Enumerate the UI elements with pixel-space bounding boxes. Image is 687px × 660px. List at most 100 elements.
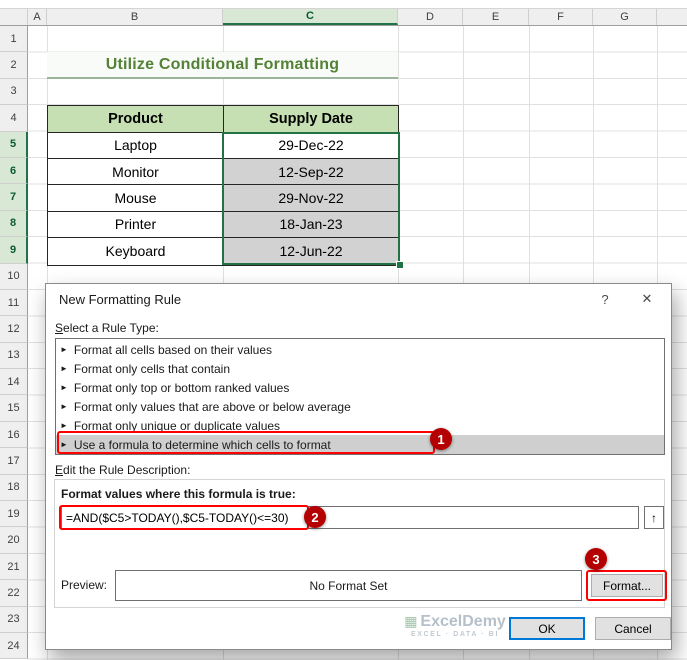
row-header-17[interactable]: 17 xyxy=(0,448,28,475)
cancel-button[interactable]: Cancel xyxy=(595,617,671,640)
rule-arrow-icon: ► xyxy=(60,383,68,392)
rule-option-text: Format only unique or duplicate values xyxy=(73,418,281,433)
rule-option-4[interactable]: ► Format only values that are above or b… xyxy=(56,397,664,416)
row-header-10[interactable]: 10 xyxy=(0,263,28,290)
exceldemy-logo-icon: ▦ xyxy=(404,613,418,629)
table-row: Mouse 29-Nov-22 xyxy=(48,185,398,212)
watermark-name: ExcelDemy xyxy=(420,613,506,630)
column-header-E[interactable]: E xyxy=(463,9,529,25)
rule-option-1[interactable]: ► Format all cells based on their values xyxy=(56,340,664,359)
table-row: Printer 18-Jan-23 xyxy=(48,211,398,239)
product-table: Product Supply Date Laptop 29-Dec-22 Mon… xyxy=(47,105,399,266)
annotation-step-1: 1 xyxy=(430,428,452,450)
formula-label: Format values where this formula is true… xyxy=(61,487,296,501)
cell-supply-date[interactable]: 29-Nov-22 xyxy=(224,185,398,211)
row-header-1[interactable]: 1 xyxy=(0,26,28,53)
column-header-D[interactable]: D xyxy=(398,9,463,25)
row-header-11[interactable]: 11 xyxy=(0,289,28,317)
format-preview-box: No Format Set xyxy=(115,570,582,601)
formula-input[interactable] xyxy=(61,506,639,529)
sheet-title: Utilize Conditional Formatting xyxy=(105,55,340,73)
close-icon[interactable]: ✕ xyxy=(637,289,657,309)
cell-product[interactable]: Printer xyxy=(48,211,224,238)
cell-product[interactable]: Mouse xyxy=(48,185,224,211)
row-header-6[interactable]: 6 xyxy=(0,157,28,185)
row-header-24[interactable]: 24 xyxy=(0,632,28,660)
collapse-dialog-button[interactable]: ↑ xyxy=(644,506,664,529)
row-header-20[interactable]: 20 xyxy=(0,527,28,554)
rule-arrow-icon: ► xyxy=(60,421,68,430)
column-header-A[interactable]: A xyxy=(28,9,47,25)
cell-supply-date[interactable]: 29-Dec-22 xyxy=(224,132,398,158)
format-button-label: Format... xyxy=(602,578,651,593)
rule-description-group: Format values where this formula is true… xyxy=(54,479,667,608)
header-supply-date[interactable]: Supply Date xyxy=(224,106,398,132)
column-header-F[interactable]: F xyxy=(529,9,593,25)
rule-option-text: Format only values that are above or bel… xyxy=(73,399,351,414)
rule-arrow-icon: ► xyxy=(60,402,68,411)
format-button[interactable]: Format... xyxy=(591,574,663,597)
row-header-16[interactable]: 16 xyxy=(0,421,28,449)
rule-option-6-selected[interactable]: ► Use a formula to determine which cells… xyxy=(56,435,664,454)
cell-product[interactable]: Monitor xyxy=(48,158,224,185)
row-header-2[interactable]: 2 xyxy=(0,52,28,79)
column-header-partial[interactable] xyxy=(657,9,687,25)
help-button[interactable]: ? xyxy=(595,289,615,309)
select-all-button[interactable] xyxy=(0,9,28,25)
row-header-12[interactable]: 12 xyxy=(0,316,28,343)
annotation-step-3: 3 xyxy=(585,548,607,570)
column-header-B[interactable]: B xyxy=(47,9,223,25)
rule-option-5[interactable]: ► Format only unique or duplicate values xyxy=(56,416,664,435)
row-header-9[interactable]: 9 xyxy=(0,237,28,264)
row-header-4[interactable]: 4 xyxy=(0,105,28,132)
cell-product[interactable]: Keyboard xyxy=(48,238,224,265)
table-header-row: Product Supply Date xyxy=(48,106,398,133)
annotation-step-2: 2 xyxy=(304,506,326,528)
dialog-titlebar[interactable]: New Formatting Rule ? ✕ xyxy=(46,284,671,314)
new-formatting-rule-dialog: New Formatting Rule ? ✕ Select a Rule Ty… xyxy=(45,283,672,650)
column-headers: A B C D E F G xyxy=(0,8,687,26)
rule-option-2[interactable]: ► Format only cells that contain xyxy=(56,359,664,378)
dialog-title: New Formatting Rule xyxy=(59,292,182,307)
header-product[interactable]: Product xyxy=(48,106,224,132)
excel-window: A B C D E F G 1 2 3 4 5 6 7 8 9 10 11 12… xyxy=(0,0,687,660)
up-arrow-icon: ↑ xyxy=(651,510,657,525)
cell-product[interactable]: Laptop xyxy=(48,132,224,158)
row-header-18[interactable]: 18 xyxy=(0,474,28,502)
row-header-21[interactable]: 21 xyxy=(0,553,28,581)
cell-supply-date[interactable]: 18-Jan-23 xyxy=(224,211,398,238)
row-header-7[interactable]: 7 xyxy=(0,184,28,211)
table-row: Keyboard 12-Jun-22 xyxy=(48,238,398,265)
rule-type-list: ► Format all cells based on their values… xyxy=(55,338,665,455)
table-row: Laptop 29-Dec-22 xyxy=(48,132,398,159)
sheet-title-cell[interactable]: Utilize Conditional Formatting xyxy=(47,52,398,79)
rule-option-text: Format only top or bottom ranked values xyxy=(73,380,290,395)
rule-option-text: Use a formula to determine which cells t… xyxy=(73,437,331,452)
row-header-5[interactable]: 5 xyxy=(0,131,28,158)
exceldemy-watermark: ▦ ExcelDemy EXCEL · DATA · BI xyxy=(390,612,520,640)
rule-option-3[interactable]: ► Format only top or bottom ranked value… xyxy=(56,378,664,397)
rule-option-text: Format all cells based on their values xyxy=(73,342,273,357)
cell-supply-date[interactable]: 12-Jun-22 xyxy=(224,238,398,265)
row-header-22[interactable]: 22 xyxy=(0,580,28,607)
fill-handle[interactable] xyxy=(396,261,404,269)
row-header-19[interactable]: 19 xyxy=(0,501,28,528)
cell-supply-date[interactable]: 12-Sep-22 xyxy=(224,158,398,185)
rule-option-text: Format only cells that contain xyxy=(73,361,230,376)
row-header-15[interactable]: 15 xyxy=(0,395,28,422)
rule-arrow-icon: ► xyxy=(60,364,68,373)
rule-type-label: Select a Rule Type: xyxy=(55,321,159,335)
column-header-C[interactable]: C xyxy=(223,9,398,25)
row-header-14[interactable]: 14 xyxy=(0,369,28,396)
ok-button[interactable]: OK xyxy=(509,617,585,640)
watermark-tagline: EXCEL · DATA · BI xyxy=(411,631,499,639)
row-header-23[interactable]: 23 xyxy=(0,606,28,633)
preview-text: No Format Set xyxy=(309,578,388,593)
edit-description-label: Edit the Rule Description: xyxy=(55,463,191,477)
row-header-13[interactable]: 13 xyxy=(0,342,28,370)
row-headers: 1 2 3 4 5 6 7 8 9 10 11 12 13 14 15 16 1… xyxy=(0,26,28,660)
preview-label: Preview: xyxy=(61,578,108,592)
column-header-G[interactable]: G xyxy=(593,9,657,25)
row-header-8[interactable]: 8 xyxy=(0,210,28,238)
row-header-3[interactable]: 3 xyxy=(0,78,28,106)
